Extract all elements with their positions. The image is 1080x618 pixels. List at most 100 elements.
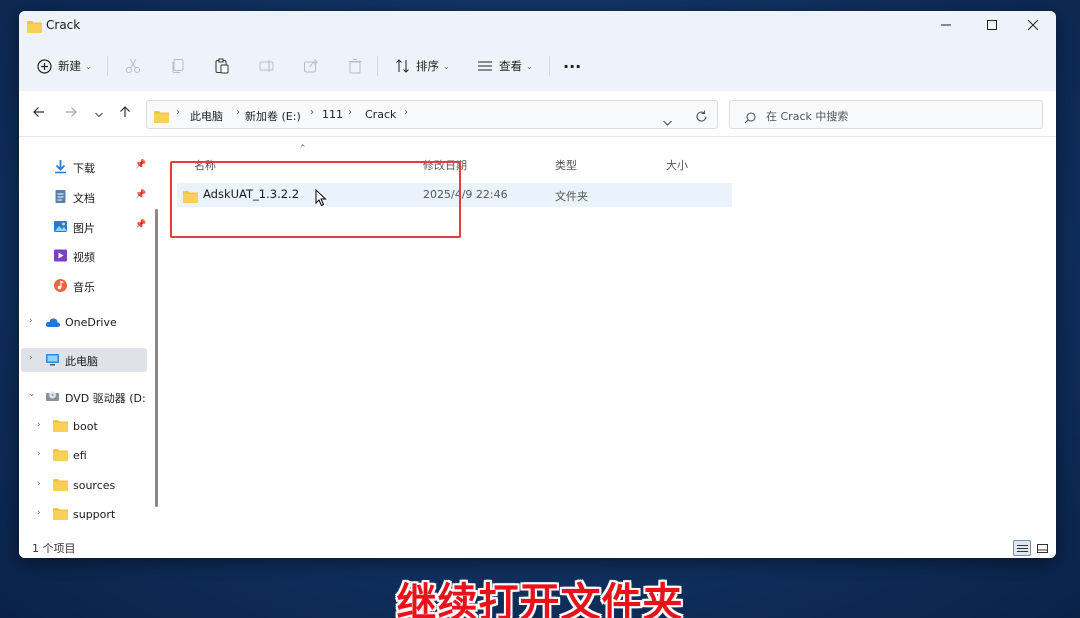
more-options-button[interactable]: ··· xyxy=(563,55,581,77)
breadcrumb-drive-e[interactable]: 新加卷 (E:) xyxy=(245,108,301,124)
share-button[interactable] xyxy=(303,55,319,77)
sort-label: 排序 xyxy=(416,59,439,73)
sort-button[interactable]: 排序 ⌄ xyxy=(395,55,450,77)
chevron-right-icon: › xyxy=(176,107,180,118)
pin-icon: 📌 xyxy=(135,190,147,200)
chevron-right-icon: › xyxy=(404,107,408,118)
scissors-icon xyxy=(125,58,141,74)
sidebar-item-documents[interactable]: 文档 📌 xyxy=(19,185,159,209)
search-icon xyxy=(744,109,756,128)
refresh-button[interactable] xyxy=(695,108,708,127)
chevron-down-icon: ⌄ xyxy=(85,61,92,71)
sidebar-item-label: 文档 xyxy=(73,192,95,205)
chevron-right-icon: › xyxy=(37,420,41,430)
copy-icon xyxy=(170,58,186,74)
folder-icon xyxy=(53,478,68,493)
chevron-down-icon: ⌄ xyxy=(526,61,533,71)
picture-icon xyxy=(53,219,68,234)
arrow-right-icon xyxy=(65,106,77,122)
recent-locations-button[interactable] xyxy=(89,105,109,123)
new-button[interactable]: 新建 ⌄ xyxy=(37,55,92,77)
command-bar: 新建 ⌄ 排序 ⌄ 查看 ⌄ ··· xyxy=(19,41,1056,91)
chevron-right-icon: › xyxy=(29,353,33,363)
cut-button[interactable] xyxy=(125,55,141,77)
rename-button[interactable] xyxy=(259,55,275,77)
trash-icon xyxy=(347,58,363,74)
item-count: 1 个项目 xyxy=(32,542,76,555)
sidebar-item-label: sources xyxy=(73,479,116,492)
sidebar-item-label: 下载 xyxy=(73,162,95,175)
address-box[interactable]: › 此电脑 › 新加卷 (E:) › 111 › Crack › xyxy=(146,100,718,129)
view-button[interactable]: 查看 ⌄ xyxy=(477,55,533,77)
sidebar-item-this-pc[interactable]: › 此电脑 xyxy=(21,348,147,372)
sort-ascending-icon: ⌃ xyxy=(299,144,307,154)
back-button[interactable] xyxy=(29,105,49,123)
sidebar-item-downloads[interactable]: 下载 📌 xyxy=(19,155,159,179)
paste-button[interactable] xyxy=(214,55,230,77)
sidebar-item-efi[interactable]: › efi xyxy=(19,444,159,468)
copy-button[interactable] xyxy=(170,55,186,77)
chevron-down-icon xyxy=(663,120,672,126)
minimize-button[interactable] xyxy=(923,11,969,41)
share-icon xyxy=(303,58,319,74)
up-button[interactable] xyxy=(115,105,135,123)
view-list-icon xyxy=(477,58,493,74)
clipboard-icon xyxy=(214,58,230,74)
document-icon xyxy=(53,189,68,204)
title-bar[interactable]: Crack xyxy=(19,11,1056,41)
cloud-icon xyxy=(45,315,61,330)
sidebar-item-support[interactable]: › support xyxy=(19,503,159,527)
forward-button[interactable] xyxy=(61,105,81,123)
column-header-size[interactable]: 大小 xyxy=(666,157,688,173)
search-input[interactable]: 在 Crack 中搜索 xyxy=(729,100,1043,129)
chevron-down-icon: › xyxy=(25,393,36,397)
sidebar-item-label: boot xyxy=(73,420,98,433)
pin-icon: 📌 xyxy=(135,220,147,230)
dvd-drive-icon xyxy=(45,389,60,404)
search-placeholder: 在 Crack 中搜索 xyxy=(766,110,849,123)
address-history-button[interactable] xyxy=(663,111,672,130)
video-caption: 继续打开文件夹 xyxy=(396,580,684,618)
tiles-view-button[interactable] xyxy=(1033,540,1051,556)
minimize-icon xyxy=(941,19,951,34)
column-header-type[interactable]: 类型 xyxy=(555,157,577,173)
sort-icon xyxy=(395,58,411,74)
rename-icon xyxy=(259,58,275,74)
sidebar-item-music[interactable]: 音乐 xyxy=(19,274,159,298)
breadcrumb-this-pc[interactable]: 此电脑 xyxy=(190,108,223,124)
toolbar-divider xyxy=(107,56,108,76)
chevron-right-icon: › xyxy=(348,107,352,118)
navigation-pane: 下载 📌 文档 📌 图片 📌 视频 音乐 › OneDrive › 此电脑 › … xyxy=(19,137,159,537)
breadcrumb-111[interactable]: 111 xyxy=(322,108,343,121)
chevron-right-icon: › xyxy=(29,316,33,326)
toolbar-divider xyxy=(377,56,378,76)
sidebar-item-pictures[interactable]: 图片 📌 xyxy=(19,215,159,239)
sidebar-item-videos[interactable]: 视频 xyxy=(19,244,159,268)
sidebar-item-label: 此电脑 xyxy=(65,355,98,368)
mouse-cursor-icon xyxy=(315,188,327,211)
close-button[interactable] xyxy=(1010,11,1056,41)
file-type: 文件夹 xyxy=(555,190,588,203)
toolbar-divider xyxy=(549,56,550,76)
details-view-button[interactable] xyxy=(1013,540,1031,556)
sidebar-item-onedrive[interactable]: › OneDrive xyxy=(19,311,159,335)
sidebar-item-label: efi xyxy=(73,449,87,462)
sidebar-item-label: DVD 驱动器 (D: xyxy=(65,392,146,405)
arrow-up-icon xyxy=(119,106,131,122)
sidebar-item-dvd-drive[interactable]: › DVD 驱动器 (D: xyxy=(19,385,159,409)
sidebar-item-label: 视频 xyxy=(73,251,95,264)
sidebar-item-sources[interactable]: › sources xyxy=(19,474,159,498)
music-icon xyxy=(53,278,68,293)
plus-circle-icon xyxy=(37,58,52,74)
maximize-button[interactable] xyxy=(969,11,1015,41)
details-view-icon xyxy=(1016,539,1028,558)
folder-icon xyxy=(53,448,68,463)
arrow-left-icon xyxy=(33,106,45,122)
computer-icon xyxy=(45,352,60,367)
folder-icon xyxy=(53,507,68,522)
navigation-scrollbar[interactable] xyxy=(155,209,158,507)
sidebar-item-boot[interactable]: › boot xyxy=(19,415,159,439)
delete-button[interactable] xyxy=(347,55,363,77)
folder-icon xyxy=(53,419,68,434)
breadcrumb-crack[interactable]: Crack xyxy=(365,108,396,121)
